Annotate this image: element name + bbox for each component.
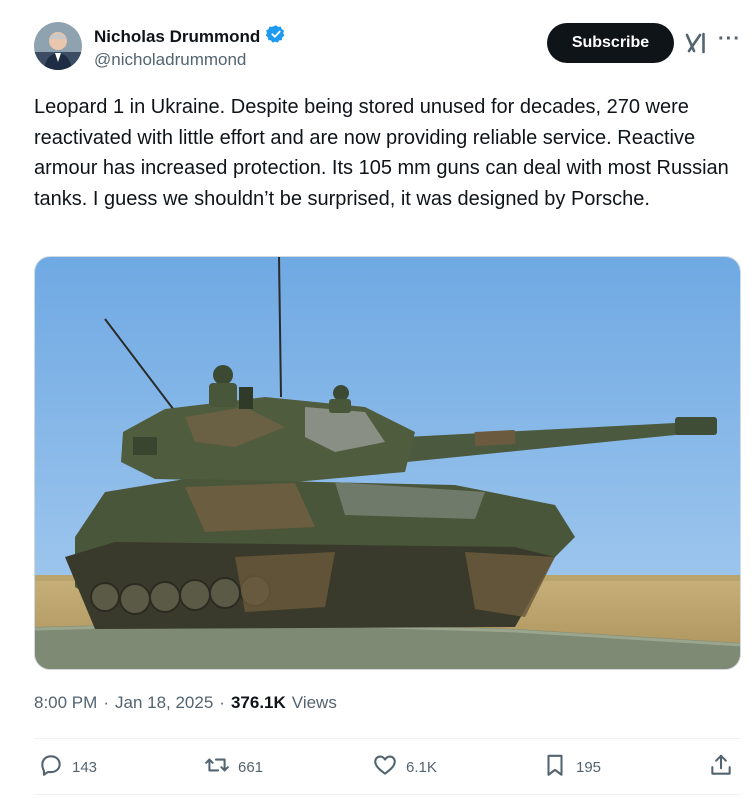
action-bar: 143 661 6.1K 195 xyxy=(34,740,741,794)
heart-icon xyxy=(372,752,398,782)
views-label: Views xyxy=(291,693,337,712)
divider xyxy=(34,738,741,739)
reply-count: 143 xyxy=(72,758,98,776)
share-button[interactable] xyxy=(708,752,734,782)
tweet-header: Nicholas Drummond @nicholadrummond Subsc… xyxy=(0,0,752,90)
divider xyxy=(34,794,741,795)
bookmark-count: 195 xyxy=(576,758,602,776)
author-display-name[interactable]: Nicholas Drummond xyxy=(94,27,260,47)
more-icon[interactable]: ··· xyxy=(718,28,741,51)
bookmark-icon xyxy=(542,752,568,782)
share-icon xyxy=(708,752,734,782)
meta-separator: · xyxy=(219,693,225,712)
repost-button[interactable]: 661 xyxy=(204,752,263,782)
grok-icon[interactable] xyxy=(684,31,708,55)
views-count: 376.1K xyxy=(230,693,286,712)
bookmark-button[interactable]: 195 xyxy=(542,752,601,782)
meta-separator: · xyxy=(103,693,109,712)
author-handle[interactable]: @nicholadrummond xyxy=(94,50,246,70)
author-name-row[interactable]: Nicholas Drummond xyxy=(94,24,286,49)
tweet-meta: 8:00 PM · Jan 18, 2025 · 376.1K Views xyxy=(34,693,337,713)
reply-icon xyxy=(38,752,64,782)
reply-button[interactable]: 143 xyxy=(38,752,97,782)
verified-badge-icon xyxy=(266,24,286,49)
like-button[interactable]: 6.1K xyxy=(372,752,437,782)
subscribe-button[interactable]: Subscribe xyxy=(547,23,674,63)
repost-count: 661 xyxy=(238,758,264,776)
like-count: 6.1K xyxy=(406,758,437,776)
avatar[interactable] xyxy=(34,22,82,70)
tweet-date[interactable]: Jan 18, 2025 xyxy=(115,693,213,713)
tweet-media-image[interactable] xyxy=(34,256,741,670)
repost-icon xyxy=(204,752,230,782)
tweet-time[interactable]: 8:00 PM xyxy=(34,693,97,713)
tweet-text: Leopard 1 in Ukraine. Despite being stor… xyxy=(34,96,729,210)
